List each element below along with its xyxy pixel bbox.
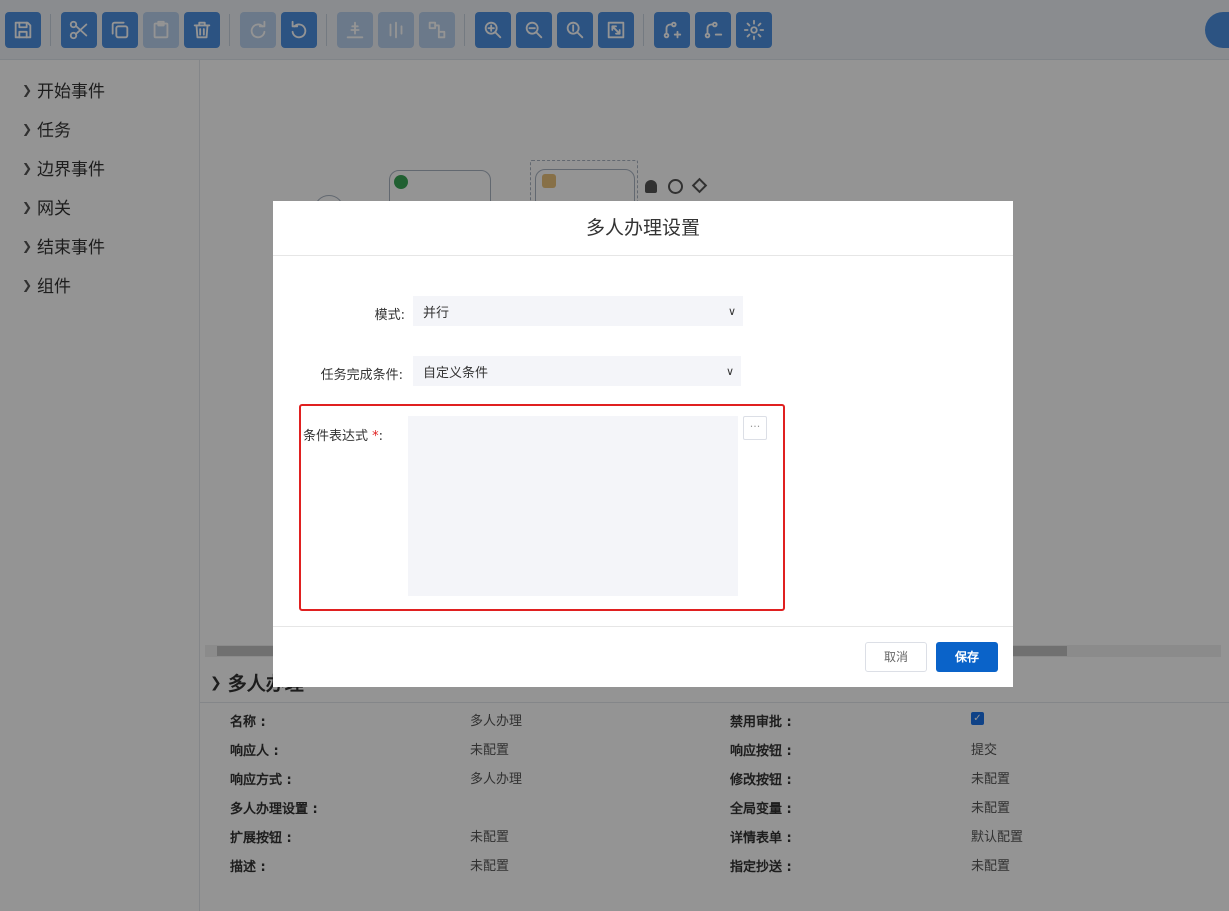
completion-condition-label: 任务完成条件: — [320, 368, 403, 383]
cancel-button[interactable]: 取消 — [865, 642, 927, 672]
highlight-box — [299, 404, 785, 611]
dialog-title: 多人办理设置 — [273, 201, 1013, 256]
mode-label: 模式: — [374, 308, 405, 323]
save-button[interactable]: 保存 — [936, 642, 998, 672]
completion-condition-value: 自定义条件 — [423, 365, 489, 381]
multi-handle-dialog: 多人办理设置 模式: 并行 ∨ 任务完成条件: 自定义条件 ∨ 条件表达式 *:… — [273, 201, 1013, 687]
chevron-down-icon: ∨ — [727, 304, 737, 318]
mode-select[interactable]: 并行 ∨ — [413, 296, 743, 326]
divider — [273, 626, 1013, 627]
completion-condition-select[interactable]: 自定义条件 ∨ — [413, 356, 741, 386]
chevron-down-icon: ∨ — [725, 364, 735, 378]
mode-select-value: 并行 — [423, 305, 450, 321]
